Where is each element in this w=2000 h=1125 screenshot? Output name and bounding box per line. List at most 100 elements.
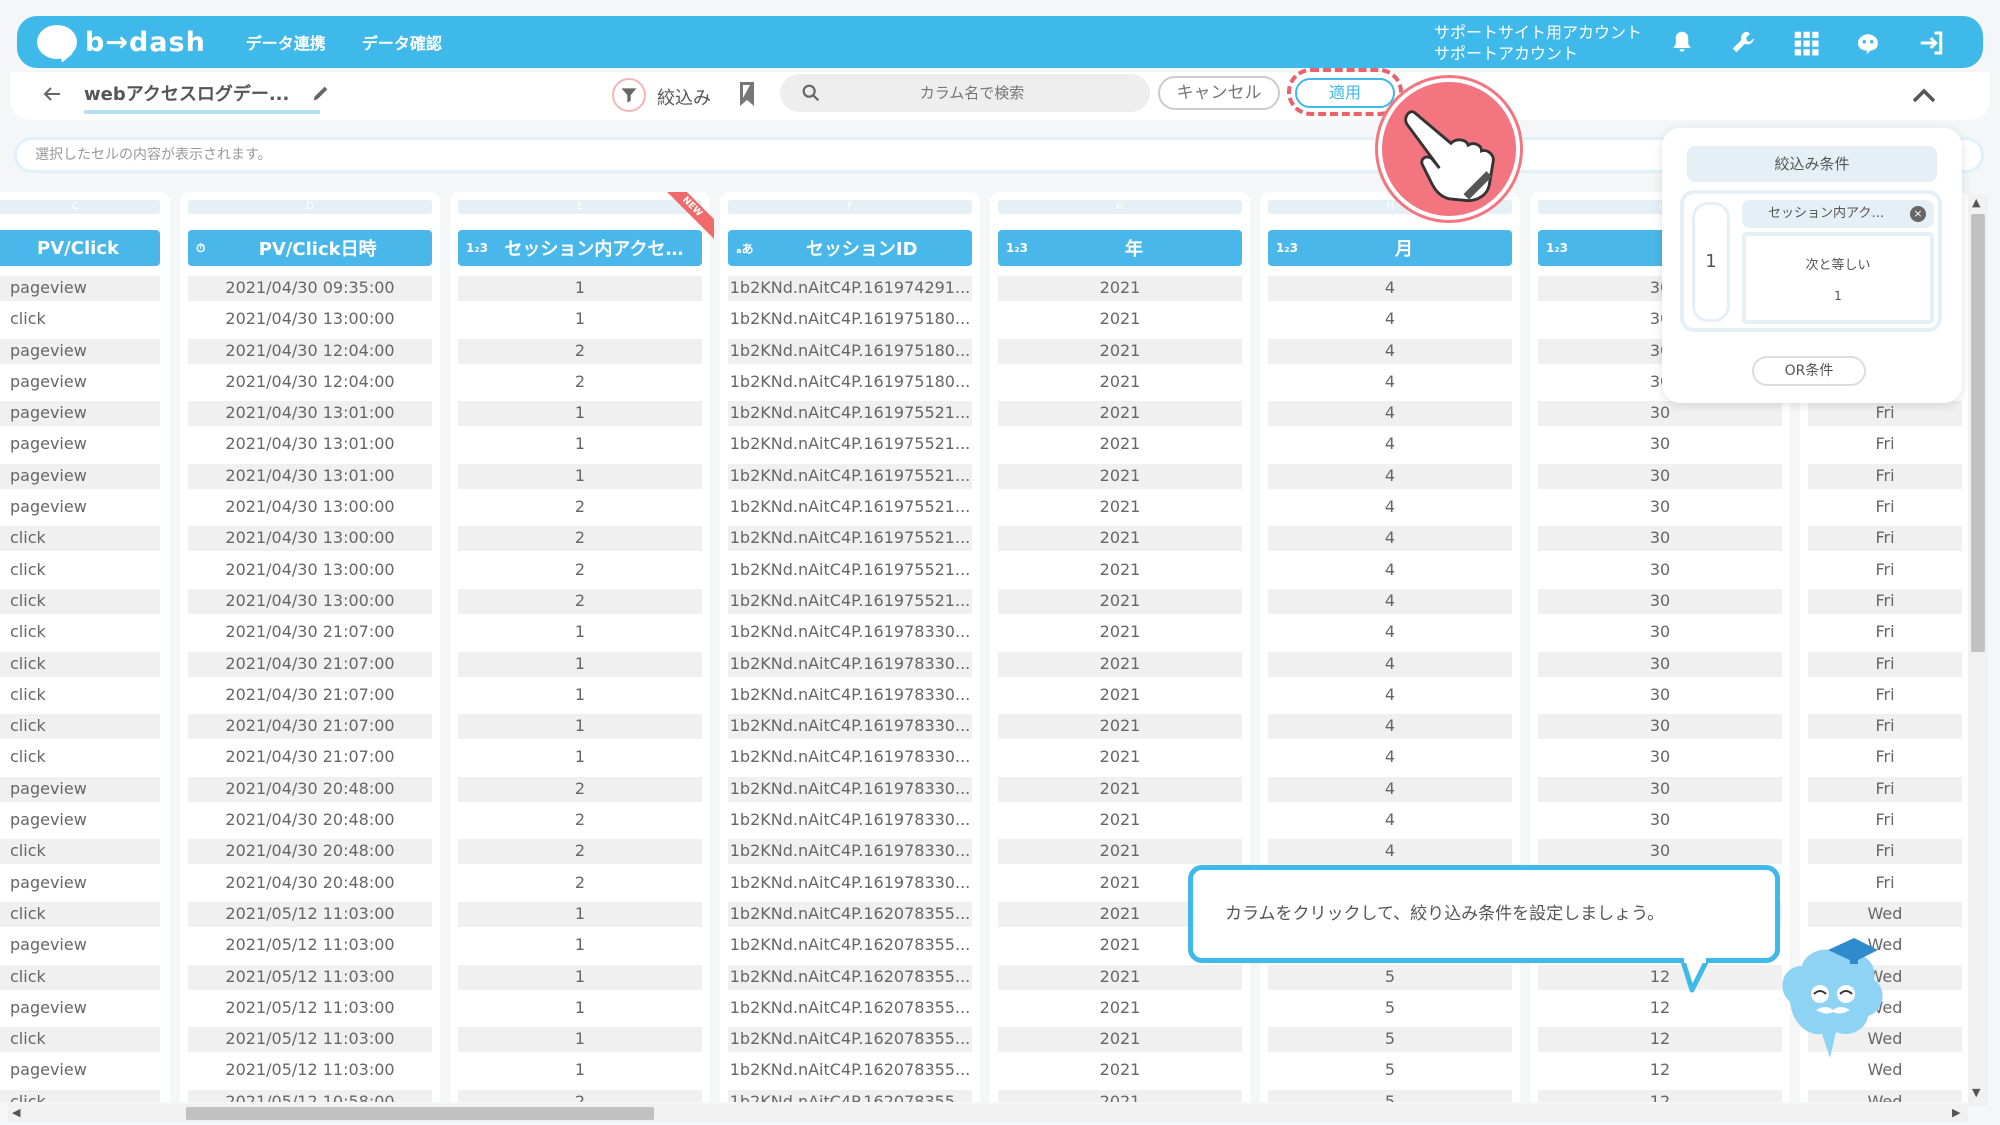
table-cell[interactable]: 2 — [458, 1089, 702, 1102]
table-cell[interactable]: 30 — [1538, 401, 1782, 427]
table-cell[interactable]: 2021 — [998, 276, 1242, 301]
table-cell[interactable]: 2021 — [998, 401, 1242, 427]
vertical-scroll-thumb[interactable] — [1971, 214, 1985, 652]
table-cell[interactable]: 2 — [458, 808, 702, 833]
table-cell[interactable]: click — [0, 839, 160, 865]
table-cell[interactable]: 2021/04/30 13:00:00 — [188, 495, 432, 520]
table-cell[interactable]: 2021/04/30 20:48:00 — [188, 871, 432, 896]
table-cell[interactable]: 4 — [1268, 651, 1512, 677]
table-cell[interactable]: 4 — [1268, 463, 1512, 489]
table-cell[interactable]: 1b2KNd.nAitC4P.161978330... — [728, 714, 972, 740]
table-cell[interactable]: 1 — [458, 651, 702, 677]
table-cell[interactable]: pageview — [0, 401, 160, 427]
logout-icon[interactable] — [1917, 28, 1947, 58]
table-cell[interactable]: 4 — [1268, 307, 1512, 332]
table-cell[interactable]: 2021 — [998, 1058, 1242, 1083]
table-cell[interactable]: 5 — [1268, 964, 1512, 990]
table-cell[interactable]: 30 — [1538, 776, 1782, 802]
table-cell[interactable]: 1b2KNd.nAitC4P.161978330... — [728, 745, 972, 770]
table-cell[interactable]: 30 — [1538, 495, 1782, 520]
table-cell[interactable]: 2021 — [998, 307, 1242, 332]
table-cell[interactable]: 1 — [458, 683, 702, 708]
filter-button[interactable] — [612, 78, 646, 112]
table-cell[interactable]: 2021 — [998, 808, 1242, 833]
table-cell[interactable]: Wed — [1808, 901, 1962, 927]
table-cell[interactable]: 2 — [458, 370, 702, 395]
table-cell[interactable]: 2021/04/30 13:00:00 — [188, 307, 432, 332]
table-cell[interactable]: 1b2KNd.nAitC4P.161975521... — [728, 526, 972, 552]
horizontal-scrollbar[interactable] — [8, 1104, 1968, 1122]
table-cell[interactable]: Fri — [1808, 463, 1962, 489]
table-cell[interactable]: 2021 — [998, 463, 1242, 489]
table-cell[interactable]: 1b2KNd.nAitC4P.162078355... — [728, 933, 972, 958]
table-cell[interactable]: click — [0, 714, 160, 740]
table-cell[interactable]: 2021/04/30 21:07:00 — [188, 683, 432, 708]
table-cell[interactable]: 2 — [458, 558, 702, 583]
table-cell[interactable]: 12 — [1538, 1089, 1782, 1102]
table-cell[interactable]: 1b2KNd.nAitC4P.161975521... — [728, 495, 972, 520]
table-cell[interactable]: 2021/04/30 13:00:00 — [188, 588, 432, 614]
table-cell[interactable]: 1b2KNd.nAitC4P.161978330... — [728, 808, 972, 833]
table-cell[interactable]: 2021 — [998, 839, 1242, 865]
account-info[interactable]: サポートサイト用アカウント サポートアカウント — [1434, 22, 1642, 64]
logo[interactable]: b→dash — [37, 25, 206, 59]
table-cell[interactable]: 1 — [458, 964, 702, 990]
table-cell[interactable]: 1b2KNd.nAitC4P.162078355... — [728, 901, 972, 927]
table-cell[interactable]: 4 — [1268, 370, 1512, 395]
table-cell[interactable]: Fri — [1808, 401, 1962, 427]
column-header-pv-click[interactable]: PV/Click — [0, 230, 160, 266]
table-cell[interactable]: 1 — [458, 276, 702, 301]
table-cell[interactable]: 12 — [1538, 996, 1782, 1021]
table-cell[interactable]: 30 — [1538, 808, 1782, 833]
table-cell[interactable]: pageview — [0, 432, 160, 457]
table-cell[interactable]: 2021/05/12 11:03:00 — [188, 1058, 432, 1083]
table-cell[interactable]: 2021/04/30 21:07:00 — [188, 745, 432, 770]
table-cell[interactable]: 1b2KNd.nAitC4P.161978330... — [728, 620, 972, 645]
table-cell[interactable]: 4 — [1268, 683, 1512, 708]
column-header-month[interactable]: 1₂3 月 — [1268, 230, 1512, 266]
table-cell[interactable]: 2021/04/30 20:48:00 — [188, 839, 432, 865]
table-cell[interactable]: 2 — [458, 871, 702, 896]
table-cell[interactable]: Wed — [1808, 1089, 1962, 1102]
table-cell[interactable]: 4 — [1268, 495, 1512, 520]
table-cell[interactable]: 2021 — [998, 558, 1242, 583]
table-cell[interactable]: 12 — [1538, 1027, 1782, 1053]
table-cell[interactable]: click — [0, 901, 160, 927]
table-cell[interactable]: 30 — [1538, 463, 1782, 489]
dataset-name[interactable]: webアクセスログデー... — [84, 80, 320, 114]
table-cell[interactable]: pageview — [0, 776, 160, 802]
filter-value[interactable]: 1 — [1746, 289, 1930, 303]
table-cell[interactable]: 4 — [1268, 714, 1512, 740]
table-cell[interactable]: 2021/04/30 12:04:00 — [188, 370, 432, 395]
table-cell[interactable]: Fri — [1808, 683, 1962, 708]
table-cell[interactable]: 5 — [1268, 1058, 1512, 1083]
table-cell[interactable]: 1 — [458, 401, 702, 427]
table-cell[interactable]: click — [0, 558, 160, 583]
table-cell[interactable]: Fri — [1808, 745, 1962, 770]
table-cell[interactable]: click — [0, 683, 160, 708]
table-cell[interactable]: 2021/05/12 11:03:00 — [188, 933, 432, 958]
table-cell[interactable]: 1b2KNd.nAitC4P.162078355... — [728, 1089, 972, 1102]
table-cell[interactable]: 4 — [1268, 588, 1512, 614]
table-cell[interactable]: 2021/04/30 21:07:00 — [188, 651, 432, 677]
table-cell[interactable]: 2021/05/12 11:03:00 — [188, 1027, 432, 1053]
table-cell[interactable]: 2021/05/12 11:03:00 — [188, 964, 432, 990]
table-cell[interactable]: 2021 — [998, 651, 1242, 677]
table-cell[interactable]: 1b2KNd.nAitC4P.161975521... — [728, 588, 972, 614]
table-cell[interactable]: Fri — [1808, 651, 1962, 677]
table-cell[interactable]: 1b2KNd.nAitC4P.161978330... — [728, 871, 972, 896]
table-cell[interactable]: pageview — [0, 495, 160, 520]
table-cell[interactable]: 1 — [458, 307, 702, 332]
table-cell[interactable]: 1b2KNd.nAitC4P.161975521... — [728, 558, 972, 583]
table-cell[interactable]: 2021/04/30 20:48:00 — [188, 808, 432, 833]
table-cell[interactable]: 1b2KNd.nAitC4P.161978330... — [728, 683, 972, 708]
column-search[interactable] — [780, 74, 1150, 112]
table-cell[interactable]: Fri — [1808, 526, 1962, 552]
table-cell[interactable]: click — [0, 651, 160, 677]
apply-button[interactable]: 適用 — [1295, 78, 1395, 108]
table-cell[interactable]: 2021 — [998, 370, 1242, 395]
table-cell[interactable]: 4 — [1268, 432, 1512, 457]
table-cell[interactable]: 1 — [458, 1027, 702, 1053]
nav-data-link[interactable]: データ連携 — [246, 30, 326, 54]
table-cell[interactable]: 1 — [458, 933, 702, 958]
